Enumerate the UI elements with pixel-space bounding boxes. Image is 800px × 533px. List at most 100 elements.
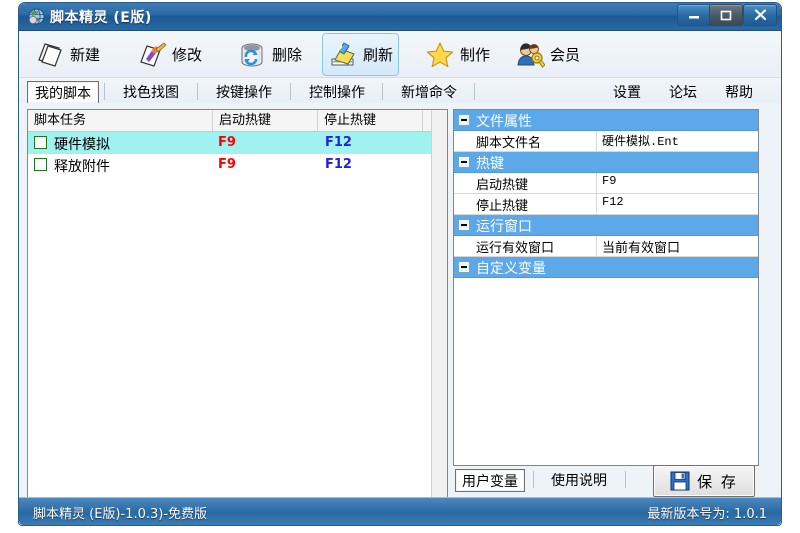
minimize-icon xyxy=(689,16,699,19)
tab-separator xyxy=(290,83,291,100)
property-divider xyxy=(596,194,597,214)
tab-strip: 我的脚本 找色找图 按键操作 控制操作 新增命令 设置 论坛 帮助 xyxy=(19,78,781,106)
column-header-task[interactable]: 脚本任务 xyxy=(28,110,213,131)
toolbar-button-member[interactable]: 会员 xyxy=(509,33,586,76)
column-header-start-hotkey[interactable]: 启动热键 xyxy=(213,110,318,131)
tab-find-color[interactable]: 找色找图 xyxy=(116,81,186,102)
toolbar-button-make[interactable]: 制作 xyxy=(419,33,496,76)
property-category-custom-vars[interactable]: 自定义变量 xyxy=(454,257,758,278)
link-forum[interactable]: 论坛 xyxy=(669,82,697,102)
property-name: 运行有效窗口 xyxy=(476,241,555,256)
tab-separator xyxy=(382,83,383,100)
floppy-save-icon xyxy=(670,471,690,491)
close-icon xyxy=(754,9,766,21)
collapse-minus-icon[interactable] xyxy=(458,219,470,231)
property-category-file[interactable]: 文件属性 xyxy=(454,110,758,131)
property-divider xyxy=(596,131,597,151)
property-category-window[interactable]: 运行窗口 xyxy=(454,215,758,236)
bottom-tab-strip: 用户变量 使用说明 保 存 xyxy=(453,465,757,497)
row-checkbox[interactable] xyxy=(34,136,47,149)
tab-user-variables[interactable]: 用户变量 xyxy=(455,469,525,492)
toolbar-label-member: 会员 xyxy=(550,46,581,64)
toolbar-label-refresh: 刷新 xyxy=(363,46,394,64)
row-checkbox[interactable] xyxy=(34,158,47,171)
collapse-minus-icon[interactable] xyxy=(458,261,470,273)
star-icon xyxy=(425,40,455,70)
member-key-icon xyxy=(515,40,546,70)
category-label: 文件属性 xyxy=(476,114,532,130)
column-header-stop-hotkey[interactable]: 停止热键 xyxy=(318,110,423,131)
maximize-button[interactable] xyxy=(709,4,743,26)
title-bar[interactable]: 脚本精灵 (E版) xyxy=(19,3,781,31)
toolbar-label-make: 制作 xyxy=(460,46,491,64)
category-label: 运行窗口 xyxy=(476,219,532,235)
tab-separator xyxy=(625,471,626,488)
globe-icon xyxy=(28,8,45,25)
refresh-brush-icon xyxy=(328,40,358,70)
new-document-icon xyxy=(35,40,65,70)
application-window: 脚本精灵 (E版) 新建 修改 删除 刷新 制作 会员 我的脚本 找色找图 按键… xyxy=(18,2,782,526)
content-area: 脚本任务 启动热键 停止热键 硬件模拟 F9 F12 释放附件 F9 F12 文… xyxy=(19,103,781,525)
window-title: 脚本精灵 (E版) xyxy=(50,10,152,26)
property-divider xyxy=(596,173,597,193)
property-row-filename[interactable]: 脚本文件名 硬件模拟.Ent xyxy=(454,131,758,152)
table-row[interactable]: 硬件模拟 F9 F12 xyxy=(28,132,447,154)
property-name: 停止热键 xyxy=(476,199,529,214)
tab-separator xyxy=(197,83,198,100)
row-task-name: 释放附件 xyxy=(54,159,110,175)
tab-instructions[interactable]: 使用说明 xyxy=(545,469,613,490)
collapse-minus-icon[interactable] xyxy=(458,114,470,126)
minimize-button[interactable] xyxy=(677,4,711,26)
property-divider xyxy=(596,236,597,256)
toolbar-label-new: 新建 xyxy=(70,46,101,64)
main-toolbar: 新建 修改 删除 刷新 制作 会员 xyxy=(19,31,781,78)
save-button-label: 保 存 xyxy=(697,472,738,491)
property-value[interactable]: 硬件模拟.Ent xyxy=(602,132,679,149)
save-button[interactable]: 保 存 xyxy=(653,465,755,497)
property-value[interactable]: F12 xyxy=(602,195,624,209)
tab-my-scripts[interactable]: 我的脚本 xyxy=(27,81,99,104)
tab-separator xyxy=(533,471,534,488)
row-start-hotkey: F9 xyxy=(218,135,236,150)
status-latest-version-text: 最新版本号为: 1.0.1 xyxy=(647,507,767,522)
toolbar-label-edit: 修改 xyxy=(172,46,203,64)
row-start-hotkey: F9 xyxy=(218,157,236,172)
collapse-minus-icon[interactable] xyxy=(458,156,470,168)
property-value[interactable]: F9 xyxy=(602,174,616,188)
maximize-icon xyxy=(720,10,732,20)
tab-key-ops[interactable]: 按键操作 xyxy=(209,81,279,102)
script-list-scrollbar[interactable] xyxy=(431,110,447,499)
close-button[interactable] xyxy=(743,4,777,26)
property-name: 脚本文件名 xyxy=(476,136,542,151)
delete-barrel-icon xyxy=(237,40,267,70)
tab-separator xyxy=(474,83,475,100)
link-settings[interactable]: 设置 xyxy=(613,82,641,102)
script-list-header: 脚本任务 启动热键 停止热键 xyxy=(28,110,447,132)
toolbar-button-new[interactable]: 新建 xyxy=(29,33,106,76)
property-row-start-hotkey[interactable]: 启动热键 F9 xyxy=(454,173,758,194)
property-category-hotkey[interactable]: 热键 xyxy=(454,152,758,173)
row-stop-hotkey: F12 xyxy=(325,157,352,172)
link-help[interactable]: 帮助 xyxy=(725,82,753,102)
status-bar: 脚本精灵 (E版)-1.0.3)-免费版 最新版本号为: 1.0.1 xyxy=(19,497,781,525)
tab-separator xyxy=(104,83,105,100)
property-name: 启动热键 xyxy=(476,178,529,193)
row-task-name: 硬件模拟 xyxy=(54,137,110,153)
toolbar-button-delete[interactable]: 删除 xyxy=(231,33,308,76)
property-grid: 文件属性 脚本文件名 硬件模拟.Ent 热键 启动热键 F9 停止热键 F12 xyxy=(453,109,759,466)
toolbar-label-delete: 删除 xyxy=(272,46,303,64)
row-stop-hotkey: F12 xyxy=(325,135,352,150)
category-label: 热键 xyxy=(476,156,504,172)
tab-control-ops[interactable]: 控制操作 xyxy=(302,81,372,102)
script-list-panel: 脚本任务 启动热键 停止热键 硬件模拟 F9 F12 释放附件 F9 F12 xyxy=(27,109,448,500)
edit-pencil-icon xyxy=(137,40,167,70)
property-value[interactable]: 当前有效窗口 xyxy=(602,237,680,256)
tab-add-command[interactable]: 新增命令 xyxy=(394,81,464,102)
property-row-active-window[interactable]: 运行有效窗口 当前有效窗口 xyxy=(454,236,758,257)
toolbar-button-edit[interactable]: 修改 xyxy=(131,33,208,76)
property-row-stop-hotkey[interactable]: 停止热键 F12 xyxy=(454,194,758,215)
table-row[interactable]: 释放附件 F9 F12 xyxy=(28,154,447,176)
status-version-text: 脚本精灵 (E版)-1.0.3)-免费版 xyxy=(33,507,208,522)
category-label: 自定义变量 xyxy=(476,261,546,277)
toolbar-button-refresh[interactable]: 刷新 xyxy=(322,33,400,76)
